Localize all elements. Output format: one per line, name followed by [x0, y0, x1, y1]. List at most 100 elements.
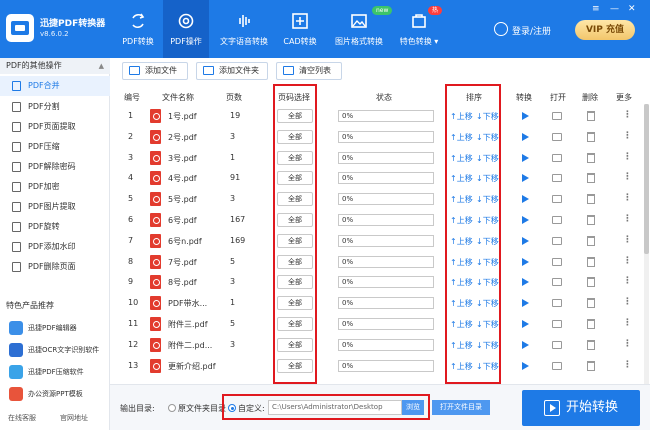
table-row[interactable]: 2 2号.pdf 3 全部 0% ↑上移 ↓下移 ⋮ [110, 127, 640, 148]
custom-folder-label[interactable]: 自定义: [238, 403, 265, 414]
nav-voice[interactable]: 文字语音转换 [218, 0, 270, 58]
product-ppt-templates[interactable]: 办公资源PPT模板 [0, 384, 110, 404]
play-icon[interactable] [522, 112, 529, 120]
more-icon[interactable]: ⋮ [623, 339, 632, 349]
nav-cad[interactable]: CAD转换 [280, 0, 320, 58]
play-icon[interactable] [522, 320, 529, 328]
browse-button[interactable]: 浏览 [402, 400, 424, 415]
play-icon[interactable] [522, 174, 529, 183]
more-icon[interactable]: ⋮ [623, 276, 632, 286]
more-icon[interactable]: ⋮ [623, 193, 632, 203]
nav-pdf-convert[interactable]: PDF转换 [118, 0, 158, 58]
table-row[interactable]: 8 7号.pdf 5 全部 0% ↑上移 ↓下移 ⋮ [110, 252, 640, 273]
trash-icon[interactable] [587, 339, 595, 350]
table-row[interactable]: 7 6号n.pdf 169 全部 0% ↑上移 ↓下移 ⋮ [110, 231, 640, 252]
folder-icon[interactable] [552, 132, 562, 141]
product-pdf-editor[interactable]: 迅捷PDF编辑器 [0, 318, 110, 338]
source-folder-label[interactable]: 原文件夹目录 [178, 403, 226, 414]
folder-icon[interactable] [552, 195, 562, 204]
trash-icon[interactable] [587, 215, 595, 225]
folder-icon[interactable] [552, 320, 562, 328]
folder-icon[interactable] [552, 278, 562, 287]
table-row[interactable]: 9 8号.pdf 3 全部 0% ↑上移 ↓下移 ⋮ [110, 272, 640, 293]
trash-icon[interactable] [587, 277, 595, 288]
table-row[interactable]: 5 5号.pdf 3 全部 0% ↑上移 ↓下移 ⋮ [110, 189, 640, 210]
clear-list-button[interactable]: 清空列表 [276, 62, 342, 80]
product-ocr[interactable]: 迅捷OCR文字识别软件 [0, 340, 110, 360]
sidebar-item-image-extract[interactable]: PDF图片提取 [0, 197, 110, 217]
trash-icon[interactable] [587, 256, 595, 267]
sidebar-item-pdf-split[interactable]: PDF分割 [0, 97, 110, 117]
output-path-input[interactable]: C:\Users\Administrator\Desktop [268, 400, 402, 415]
scroll-thumb[interactable] [644, 104, 649, 254]
more-icon[interactable]: ⋮ [623, 256, 632, 266]
user-icon[interactable] [494, 22, 508, 36]
table-row[interactable]: 12 附件二.pd... 3 全部 0% ↑上移 ↓下移 ⋮ [110, 335, 640, 356]
play-icon[interactable] [522, 153, 529, 162]
play-icon[interactable] [522, 299, 529, 308]
play-icon[interactable] [522, 236, 529, 245]
folder-icon[interactable] [552, 216, 562, 224]
more-icon[interactable]: ⋮ [623, 235, 632, 245]
table-row[interactable]: 11 附件三.pdf 5 全部 0% ↑上移 ↓下移 ⋮ [110, 314, 640, 335]
play-icon[interactable] [522, 195, 529, 204]
more-icon[interactable]: ⋮ [623, 360, 632, 370]
table-row[interactable]: 1 1号.pdf 19 全部 0% ↑上移 ↓下移 ⋮ [110, 106, 640, 127]
sidebar-item-remove-password[interactable]: PDF解除密码 [0, 157, 110, 177]
sidebar-item-delete-page[interactable]: PDF删除页面 [0, 257, 110, 277]
folder-icon[interactable] [552, 299, 562, 308]
sidebar-item-encrypt[interactable]: PDF加密 [0, 177, 110, 197]
sidebar-section-header[interactable]: PDF的其他操作 ▲ [0, 58, 110, 74]
table-row[interactable]: 4 4号.pdf 91 全部 0% ↑上移 ↓下移 ⋮ [110, 168, 640, 189]
trash-icon[interactable] [587, 235, 595, 246]
trash-icon[interactable] [587, 298, 595, 309]
table-row[interactable]: 10 PDF带水... 1 全部 0% ↑上移 ↓下移 ⋮ [110, 293, 640, 314]
minimize-icon[interactable]: — [610, 4, 619, 14]
menu-icon[interactable]: ≡ [592, 4, 600, 14]
trash-icon[interactable] [587, 131, 595, 142]
add-file-button[interactable]: 添加文件 [122, 62, 188, 80]
more-icon[interactable]: ⋮ [623, 214, 632, 224]
nav-special[interactable]: 特色转换 ▾ 热 [396, 0, 443, 58]
table-row[interactable]: 13 更新介绍.pdf 全部 0% ↑上移 ↓下移 ⋮ [110, 356, 640, 377]
trash-icon[interactable] [587, 194, 595, 205]
trash-icon[interactable] [587, 152, 595, 163]
more-icon[interactable]: ⋮ [623, 131, 632, 141]
sidebar-item-watermark[interactable]: PDF添加水印 [0, 237, 110, 257]
start-convert-button[interactable]: 开始转换 [522, 390, 640, 426]
login-link[interactable]: 登录/注册 [512, 24, 551, 37]
folder-icon[interactable] [552, 340, 562, 349]
table-row[interactable]: 3 3号.pdf 1 全部 0% ↑上移 ↓下移 ⋮ [110, 148, 640, 169]
play-icon[interactable] [522, 278, 529, 287]
more-icon[interactable]: ⋮ [623, 172, 632, 182]
trash-icon[interactable] [587, 111, 595, 121]
sidebar-item-page-extract[interactable]: PDF页面提取 [0, 117, 110, 137]
folder-icon[interactable] [552, 257, 562, 266]
sidebar-item-rotate[interactable]: PDF旋转 [0, 217, 110, 237]
folder-icon[interactable] [552, 153, 562, 162]
folder-icon[interactable] [552, 361, 562, 370]
add-folder-button[interactable]: 添加文件夹 [196, 62, 268, 80]
source-folder-radio[interactable] [168, 404, 176, 412]
folder-icon[interactable] [552, 112, 562, 120]
play-icon[interactable] [522, 361, 529, 370]
play-icon[interactable] [522, 132, 529, 141]
sidebar-item-pdf-merge[interactable]: PDF合并 [0, 76, 110, 96]
open-directory-button[interactable]: 打开文件目录 [432, 400, 490, 415]
more-icon[interactable]: ⋮ [623, 152, 632, 162]
custom-folder-radio[interactable] [228, 404, 236, 412]
more-icon[interactable]: ⋮ [623, 297, 632, 307]
table-row[interactable]: 6 6号.pdf 167 全部 0% ↑上移 ↓下移 ⋮ [110, 210, 640, 231]
nav-image[interactable]: 图片格式转换 new [332, 0, 393, 58]
vip-recharge-button[interactable]: VIP 充值 [575, 20, 635, 40]
more-icon[interactable]: ⋮ [623, 318, 632, 328]
nav-pdf-operate[interactable]: PDF操作 [163, 0, 209, 58]
website-link[interactable]: 官网地址 [60, 413, 88, 423]
more-icon[interactable]: ⋮ [623, 110, 632, 120]
trash-icon[interactable] [587, 173, 595, 184]
online-service-link[interactable]: 在线客服 [8, 413, 36, 423]
play-icon[interactable] [522, 257, 529, 266]
folder-icon[interactable] [552, 236, 562, 245]
close-icon[interactable]: ✕ [628, 4, 636, 14]
play-icon[interactable] [522, 216, 529, 224]
